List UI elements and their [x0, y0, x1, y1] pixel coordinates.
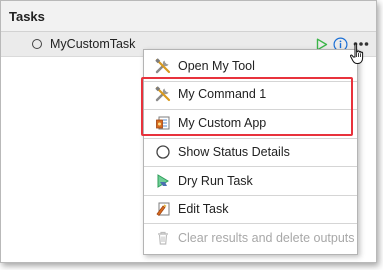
menu-item-edit-task[interactable]: Edit Task	[144, 195, 357, 223]
hand-cursor-icon	[349, 43, 367, 70]
menu-item-my-custom-app[interactable]: My Custom App	[144, 109, 357, 137]
menu-item-label: Dry Run Task	[178, 174, 253, 188]
app-icon	[154, 114, 172, 132]
menu-item-dry-run-task[interactable]: Dry Run Task	[144, 167, 357, 195]
task-name: MyCustomTask	[50, 37, 136, 51]
panel-title: Tasks	[9, 8, 45, 24]
task-status-icon	[32, 39, 42, 49]
menu-item-my-command-1[interactable]: My Command 1	[144, 80, 357, 108]
status-circle-icon	[154, 143, 172, 161]
tools-icon	[154, 57, 172, 75]
menu-item-label: Open My Tool	[178, 59, 255, 73]
menu-item-label: Show Status Details	[178, 145, 290, 159]
menu-item-label: My Command 1	[178, 87, 267, 101]
menu-item-label: Clear results and delete outputs	[178, 231, 355, 245]
task-context-menu: Open My Tool My Command 1 My Custom App	[143, 49, 358, 255]
menu-item-clear-results: Clear results and delete outputs	[144, 224, 357, 252]
tools-icon	[154, 85, 172, 103]
menu-item-show-status-details[interactable]: Show Status Details	[144, 138, 357, 166]
menu-item-label: My Custom App	[178, 116, 267, 130]
menu-item-label: Edit Task	[178, 202, 229, 216]
edit-task-icon	[154, 200, 172, 218]
trash-icon	[154, 229, 172, 247]
menu-item-open-my-tool[interactable]: Open My Tool	[144, 52, 357, 80]
dry-run-icon	[154, 172, 172, 190]
panel-header: Tasks	[1, 1, 376, 32]
